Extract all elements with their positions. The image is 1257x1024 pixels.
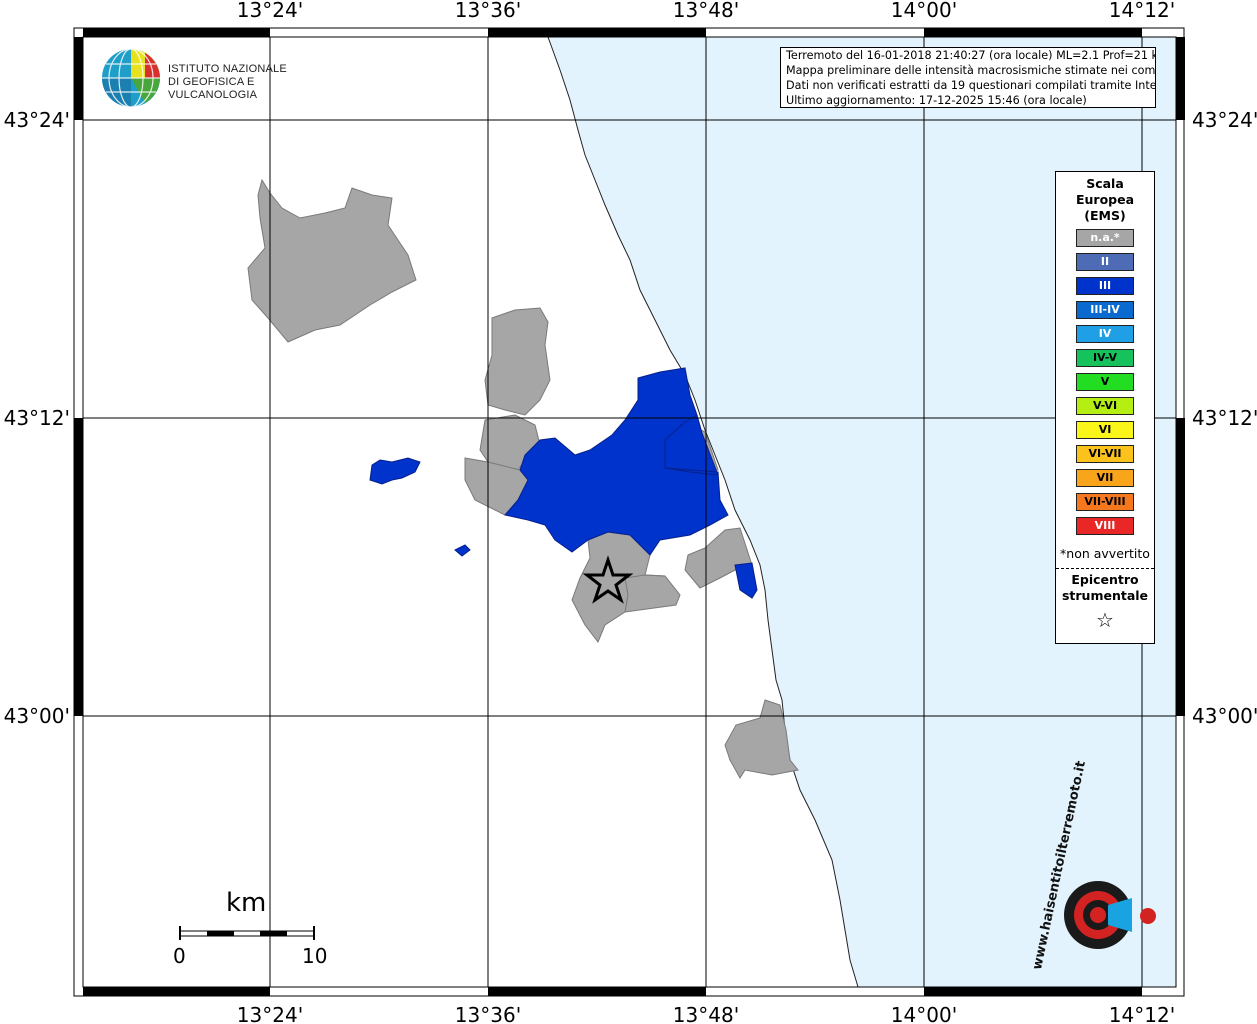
x-tick-top: 14°12' [1109, 0, 1175, 22]
municipality-iii [734, 562, 758, 599]
y-ticks-left: 43°24' 43°12' 43°00' [4, 108, 70, 728]
legend-epicenter-label: Epicentro strumentale [1056, 572, 1154, 604]
x-tick-top: 13°48' [673, 0, 739, 22]
legend-item: VII [1076, 469, 1134, 487]
legend-item: VIII [1076, 517, 1134, 535]
ingv-globe-icon [102, 48, 160, 108]
legend-item: V [1076, 373, 1134, 391]
x-ticks-top: 13°24' 13°36' 13°48' 14°00' 14°12' [237, 0, 1175, 22]
legend-item: IV-V [1076, 349, 1134, 367]
x-tick-bottom: 14°00' [891, 1003, 957, 1024]
legend-separator [1056, 568, 1154, 569]
x-tick-bottom: 13°48' [673, 1003, 739, 1024]
municipality-na [247, 178, 417, 343]
scale-bar-end: 10 [302, 944, 328, 968]
municipality-na [484, 307, 551, 416]
x-tick-top: 13°24' [237, 0, 303, 22]
ingv-name: ISTITUTO NAZIONALE DI GEOFISICA E VULCAN… [168, 63, 330, 102]
scale-bar-unit: km [226, 888, 267, 918]
legend-note: *non avvertito [1060, 546, 1150, 561]
y-tick-right: 43°00' [1192, 704, 1257, 728]
municipality-iii [369, 457, 421, 485]
legend-item: VI [1076, 421, 1134, 439]
event-info-box: Terremoto del 16-01-2018 21:40:27 (ora l… [780, 47, 1156, 108]
event-info-line: Terremoto del 16-01-2018 21:40:27 (ora l… [786, 49, 1156, 62]
municipality-na [571, 531, 681, 643]
event-info-line: Mappa preliminare delle intensità macros… [786, 64, 1156, 77]
ingv-line2: DI GEOFISICA E VULCANOLOGIA [168, 76, 258, 101]
ingv-logo: ISTITUTO NAZIONALE DI GEOFISICA E VULCAN… [100, 47, 330, 109]
legend-item: II [1076, 253, 1134, 271]
ems-legend: Scala Europea (EMS) n.a.* II III III-IV IV IV… [1055, 171, 1155, 644]
municipality-iii [454, 544, 471, 557]
x-ticks-bottom: 13°24' 13°36' 13°48' 14°00' 14°12' [237, 1003, 1175, 1024]
y-ticks-right: 43°24' 43°12' 43°00' [1192, 108, 1257, 728]
legend-item: III [1076, 277, 1134, 295]
y-tick-left: 43°00' [4, 704, 70, 728]
legend-title-line: (EMS) [1084, 208, 1126, 223]
event-info-line: Ultimo aggiornamento: 17-12-2025 15:46 (… [786, 94, 1087, 107]
legend-title-line: Europea [1075, 192, 1135, 207]
legend-item: VI-VII [1076, 445, 1134, 463]
legend-item: V-VI [1076, 397, 1134, 415]
x-tick-bottom: 13°36' [455, 1003, 521, 1024]
event-info-line: Dati non verificati estratti da 19 quest… [786, 79, 1156, 92]
y-tick-right: 43°12' [1192, 406, 1257, 430]
x-tick-top: 14°00' [891, 0, 957, 22]
x-tick-bottom: 14°12' [1109, 1003, 1175, 1024]
legend-item: n.a.* [1076, 229, 1134, 247]
legend-item: IV [1076, 325, 1134, 343]
legend-epicenter-line: Epicentro [1071, 572, 1139, 587]
legend-epicenter-line: strumentale [1061, 588, 1149, 603]
legend-title-line: Scala [1086, 176, 1124, 191]
y-tick-left: 43°12' [4, 406, 70, 430]
ingv-line1: ISTITUTO NAZIONALE [168, 63, 287, 75]
y-tick-right: 43°24' [1192, 108, 1257, 132]
scale-bar-start: 0 [173, 944, 186, 968]
legend-item: III-IV [1076, 301, 1134, 319]
scale-bar [179, 926, 315, 940]
y-tick-left: 43°24' [4, 108, 70, 132]
legend-title: Scala Europea (EMS) [1056, 176, 1154, 224]
x-tick-top: 13°36' [455, 0, 521, 22]
legend-item: VII-VIII [1076, 493, 1134, 511]
x-tick-bottom: 13°24' [237, 1003, 303, 1024]
legend-star-icon: ☆ [1096, 608, 1114, 632]
